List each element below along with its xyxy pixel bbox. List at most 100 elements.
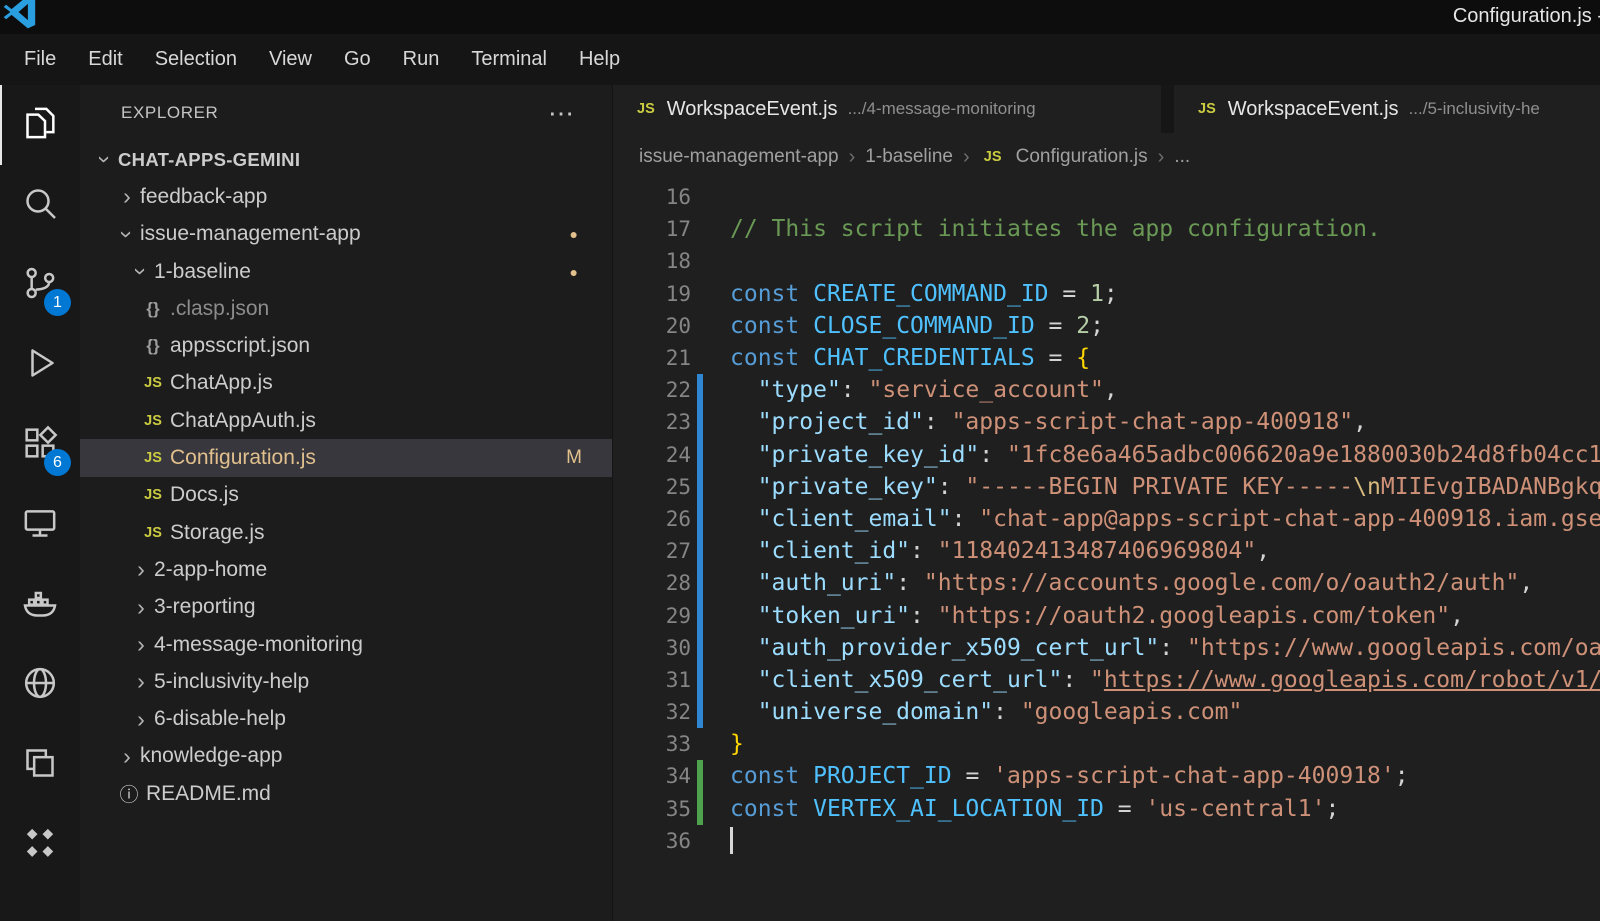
code-line-30[interactable]: 30 "auth_provider_x509_cert_url": "https… bbox=[613, 632, 1600, 664]
menu-file[interactable]: File bbox=[8, 48, 72, 71]
tree-item-4-message-monitoring[interactable]: ›4-message-monitoring bbox=[80, 626, 612, 663]
line-number[interactable]: 32 bbox=[613, 700, 691, 724]
tree-item-docs.js[interactable]: JSDocs.js bbox=[80, 477, 612, 514]
line-number[interactable]: 31 bbox=[613, 668, 691, 692]
code-line-24[interactable]: 24 "private_key_id": "1fc8e6a465adbc0066… bbox=[613, 439, 1600, 471]
code-line-25[interactable]: 25 "private_key": "-----BEGIN PRIVATE KE… bbox=[613, 471, 1600, 503]
code-line-32[interactable]: 32 "universe_domain": "googleapis.com" bbox=[613, 696, 1600, 728]
code-line-23[interactable]: 23 "project_id": "apps-script-chat-app-4… bbox=[613, 406, 1600, 438]
code-line-content: "auth_uri": "https://accounts.google.com… bbox=[730, 570, 1533, 596]
activity-bar-item-extension-pack[interactable] bbox=[0, 805, 80, 885]
line-number[interactable]: 22 bbox=[613, 378, 691, 402]
tree-item-knowledge-app[interactable]: ›knowledge-app bbox=[80, 738, 612, 775]
code-line-31[interactable]: 31 "client_x509_cert_url": "https://www.… bbox=[613, 664, 1600, 696]
tree-item-chatappauth.js[interactable]: JSChatAppAuth.js bbox=[80, 402, 612, 439]
code-line-17[interactable]: 17// This script initiates the app confi… bbox=[613, 213, 1600, 245]
activity-bar-item-remote-windows[interactable] bbox=[0, 725, 80, 805]
menu-edit[interactable]: Edit bbox=[72, 48, 138, 71]
breadcrumb-item[interactable]: JSConfiguration.js bbox=[980, 146, 1148, 168]
activity-bar-item-extensions[interactable]: 6 bbox=[0, 405, 80, 485]
code-line-28[interactable]: 28 "auth_uri": "https://accounts.google.… bbox=[613, 567, 1600, 599]
tree-item-readme.md[interactable]: ⓘREADME.md bbox=[80, 775, 612, 812]
code-token bbox=[730, 474, 758, 500]
line-number[interactable]: 33 bbox=[613, 732, 691, 756]
line-number[interactable]: 24 bbox=[613, 443, 691, 467]
activity-bar-item-explorer[interactable] bbox=[0, 85, 80, 165]
four-diamonds-icon bbox=[20, 823, 60, 868]
code-line-19[interactable]: 19const CREATE_COMMAND_ID = 1; bbox=[613, 278, 1600, 310]
line-number[interactable]: 19 bbox=[613, 282, 691, 306]
activity-bar-item-search[interactable] bbox=[0, 165, 80, 245]
code-token: ; bbox=[1104, 281, 1118, 307]
line-number[interactable]: 26 bbox=[613, 507, 691, 531]
tree-item-chatapp.js[interactable]: JSChatApp.js bbox=[80, 365, 612, 402]
code-line-22[interactable]: 22 "type": "service_account", bbox=[613, 374, 1600, 406]
gutter-added-icon bbox=[697, 793, 703, 825]
breadcrumb-item[interactable]: issue-management-app bbox=[639, 146, 839, 168]
code-token bbox=[730, 635, 758, 661]
activity-bar-item-github[interactable] bbox=[0, 645, 80, 725]
tree-item-label: README.md bbox=[146, 782, 271, 806]
line-number[interactable]: 34 bbox=[613, 764, 691, 788]
menu-help[interactable]: Help bbox=[563, 48, 636, 71]
tree-item-feedback-app[interactable]: ›feedback-app bbox=[80, 178, 612, 215]
menu-run[interactable]: Run bbox=[387, 48, 456, 71]
breadcrumb-item[interactable]: ... bbox=[1174, 146, 1190, 168]
code-line-26[interactable]: 26 "client_email": "chat-app@apps-script… bbox=[613, 503, 1600, 535]
menu-go[interactable]: Go bbox=[328, 48, 387, 71]
tree-item-.clasp.json[interactable]: {}.clasp.json bbox=[80, 290, 612, 327]
code-line-36[interactable]: 36 bbox=[613, 825, 1600, 857]
code-line-18[interactable]: 18 bbox=[613, 245, 1600, 277]
line-number[interactable]: 17 bbox=[613, 217, 691, 241]
activity-bar-item-docker[interactable] bbox=[0, 565, 80, 645]
tab-workspaceevent.js-2[interactable]: JSWorkspaceEvent.js.../5-inclusivity-he bbox=[1174, 85, 1600, 133]
code-line-20[interactable]: 20const CLOSE_COMMAND_ID = 2; bbox=[613, 310, 1600, 342]
code-line-34[interactable]: 34const PROJECT_ID = 'apps-script-chat-a… bbox=[613, 760, 1600, 792]
code-token bbox=[799, 313, 813, 339]
code-line-21[interactable]: 21const CHAT_CREDENTIALS = { bbox=[613, 342, 1600, 374]
code-line-27[interactable]: 27 "client_id": "118402413487406969804", bbox=[613, 535, 1600, 567]
code-token: : bbox=[910, 538, 938, 564]
code-token: : bbox=[1062, 667, 1090, 693]
line-number[interactable]: 16 bbox=[613, 185, 691, 209]
menu-terminal[interactable]: Terminal bbox=[455, 48, 563, 71]
menu-view[interactable]: View bbox=[253, 48, 328, 71]
chevron-down-icon: › bbox=[128, 261, 155, 283]
breadcrumb-item[interactable]: 1-baseline bbox=[865, 146, 953, 168]
line-number[interactable]: 25 bbox=[613, 475, 691, 499]
code-line-35[interactable]: 35const VERTEX_AI_LOCATION_ID = 'us-cent… bbox=[613, 793, 1600, 825]
tree-item-2-app-home[interactable]: ›2-app-home bbox=[80, 551, 612, 588]
line-number[interactable]: 30 bbox=[613, 636, 691, 660]
menu-selection[interactable]: Selection bbox=[139, 48, 253, 71]
activity-bar-item-run-debug[interactable] bbox=[0, 325, 80, 405]
tree-item-issue-management-app[interactable]: ›issue-management-app● bbox=[80, 216, 612, 253]
tree-item-chat-apps-gemini[interactable]: ›CHAT-APPS-GEMINI bbox=[80, 141, 612, 178]
line-number[interactable]: 27 bbox=[613, 539, 691, 563]
line-number[interactable]: 21 bbox=[613, 346, 691, 370]
line-number[interactable]: 36 bbox=[613, 829, 691, 853]
tree-item-appsscript.json[interactable]: {}appsscript.json bbox=[80, 327, 612, 364]
tree-item-1-baseline[interactable]: ›1-baseline● bbox=[80, 253, 612, 290]
tree-item-6-disable-help[interactable]: ›6-disable-help bbox=[80, 700, 612, 737]
code-token: const bbox=[730, 313, 799, 339]
line-number[interactable]: 28 bbox=[613, 571, 691, 595]
more-actions-icon[interactable]: ⋯ bbox=[548, 108, 574, 118]
tree-item-configuration.js[interactable]: JSConfiguration.jsM bbox=[80, 439, 612, 476]
line-number[interactable]: 35 bbox=[613, 797, 691, 821]
modified-dot-icon: ● bbox=[570, 264, 578, 280]
line-number[interactable]: 23 bbox=[613, 410, 691, 434]
tree-item-storage.js[interactable]: JSStorage.js bbox=[80, 514, 612, 551]
tree-item-3-reporting[interactable]: ›3-reporting bbox=[80, 589, 612, 626]
activity-bar-item-remote-explorer[interactable] bbox=[0, 485, 80, 565]
code-line-16[interactable]: 16 bbox=[613, 181, 1600, 213]
code-line-33[interactable]: 33} bbox=[613, 728, 1600, 760]
tab-workspaceevent.js-1[interactable]: JSWorkspaceEvent.js.../4-message-monitor… bbox=[613, 85, 1161, 133]
tree-item-5-inclusivity-help[interactable]: ›5-inclusivity-help bbox=[80, 663, 612, 700]
code-editor[interactable]: 16 17// This script initiates the app con… bbox=[613, 181, 1600, 921]
code-line-29[interactable]: 29 "token_uri": "https://oauth2.googleap… bbox=[613, 599, 1600, 631]
line-number[interactable]: 29 bbox=[613, 604, 691, 628]
line-number[interactable]: 18 bbox=[613, 249, 691, 273]
chevron-right-icon: › bbox=[130, 556, 152, 583]
line-number[interactable]: 20 bbox=[613, 314, 691, 338]
activity-bar-item-source-control[interactable]: 1 bbox=[0, 245, 80, 325]
